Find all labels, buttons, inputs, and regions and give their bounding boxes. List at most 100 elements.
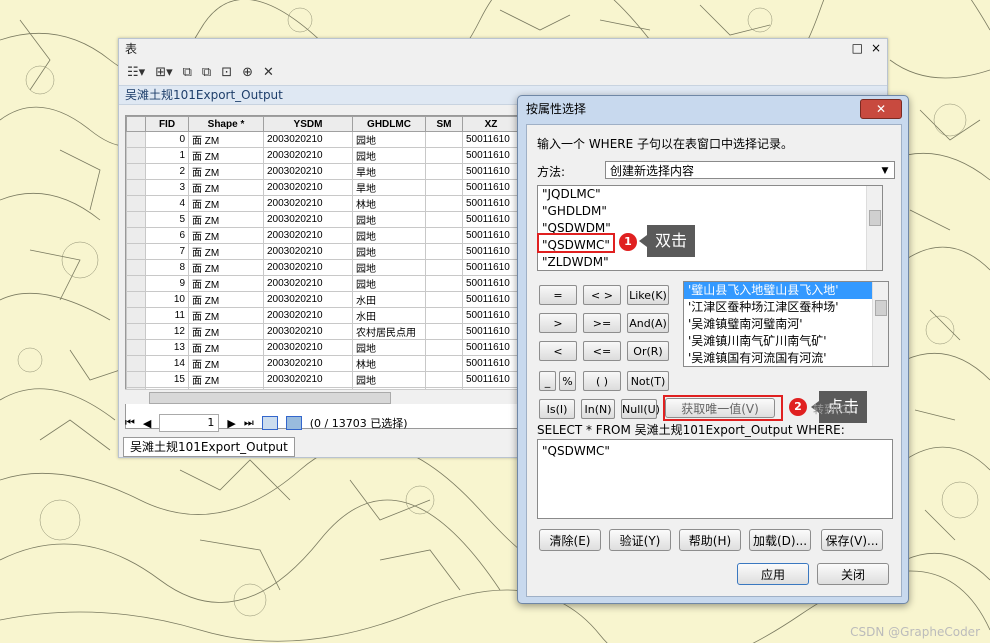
op-percent-button[interactable]: %: [559, 371, 576, 391]
select-by-attributes-icon[interactable]: ⧉: [183, 65, 192, 80]
row-selector[interactable]: [126, 339, 146, 356]
row-selector[interactable]: [126, 147, 146, 164]
clear-button[interactable]: 清除(E): [539, 529, 601, 551]
row-selector[interactable]: [126, 227, 146, 244]
row-selector[interactable]: [126, 211, 146, 228]
last-record-icon[interactable]: ⏭: [244, 416, 254, 430]
table-row[interactable]: 6面 ZM 2003020210 园地 50011610: [126, 227, 520, 244]
op-greater-equal-button[interactable]: >=: [583, 313, 621, 333]
unique-values-list[interactable]: '璧山县飞入地璧山县飞入地' '江津区蚕种场江津区蚕种场' '吴滩镇璧南河璧南河…: [683, 281, 889, 367]
table-toolbar: ☷▾ ⊞▾ ⧉ ⧉ ⊡ ⊕ ✕: [119, 59, 887, 85]
row-selector[interactable]: [126, 179, 146, 196]
clear-selection-icon[interactable]: ⊡: [221, 65, 232, 80]
row-selector[interactable]: [126, 355, 146, 372]
show-all-records-icon[interactable]: [261, 416, 278, 430]
where-clause-input[interactable]: "QSDWMC": [537, 439, 893, 519]
related-tables-icon[interactable]: ⊞▾: [155, 65, 172, 80]
value-item[interactable]: '璧山县飞入地璧山县飞入地': [684, 282, 888, 299]
table-row[interactable]: 10 面 ZM 2003020210 水田 50011610: [126, 291, 520, 308]
value-item[interactable]: '吴滩镇川南气矿川南气矿': [684, 333, 888, 350]
row-selector[interactable]: [126, 131, 146, 148]
column-header-ysdm[interactable]: YSDM: [263, 116, 353, 132]
row-selector[interactable]: [126, 371, 146, 388]
row-selector[interactable]: [126, 243, 146, 260]
op-less-equal-button[interactable]: <=: [583, 341, 621, 361]
first-record-icon[interactable]: ⏮: [125, 416, 135, 430]
zoom-to-selected-icon[interactable]: ⊕: [242, 65, 253, 80]
null-button[interactable]: Null(U): [621, 399, 660, 419]
row-selector[interactable]: [126, 275, 146, 292]
prev-record-icon[interactable]: ◀: [143, 417, 151, 430]
verify-button[interactable]: 验证(Y): [609, 529, 671, 551]
is-button[interactable]: Is(I): [539, 399, 575, 419]
table-row[interactable]: 15 面 ZM 2003020210 园地 50011610: [126, 371, 520, 388]
op-and-button[interactable]: And(A): [627, 313, 669, 333]
column-header-ghdlmc[interactable]: GHDLMC: [352, 116, 426, 132]
show-selected-records-icon[interactable]: [285, 416, 302, 430]
field-item[interactable]: "ZLDWDM": [538, 254, 882, 270]
current-record-field[interactable]: 1: [159, 414, 220, 432]
table-row[interactable]: 5面 ZM 2003020210 园地 50011610: [126, 211, 520, 228]
switch-selection-icon[interactable]: ⧉: [202, 65, 211, 80]
fields-list[interactable]: "JQDLMC" "GHDLDM" "QSDWDM" "QSDWMC" "ZLD…: [537, 185, 883, 271]
method-dropdown[interactable]: 创建新选择内容 ▼: [605, 161, 895, 179]
op-greater-button[interactable]: >: [539, 313, 577, 333]
table-row[interactable]: 7面 ZM 2003020210 园地 50011610: [126, 243, 520, 260]
row-selector[interactable]: [126, 163, 146, 180]
row-selector[interactable]: [126, 323, 146, 340]
table-row[interactable]: 13 面 ZM 2003020210 园地 50011610: [126, 339, 520, 356]
delete-selected-icon[interactable]: ✕: [263, 65, 274, 80]
field-item[interactable]: "GHDLDM": [538, 203, 882, 220]
column-header-sm[interactable]: SM: [425, 116, 463, 132]
table-row[interactable]: 4面 ZM 2003020210 林地 50011610: [126, 195, 520, 212]
fields-scrollbar[interactable]: [866, 186, 882, 270]
value-item[interactable]: '吴滩镇国有河流国有河流': [684, 350, 888, 366]
save-button[interactable]: 保存(V)...: [821, 529, 883, 551]
table-row[interactable]: 14 面 ZM 2003020210 林地 50011610: [126, 355, 520, 372]
values-scrollbar[interactable]: [872, 282, 888, 366]
row-selector[interactable]: [126, 259, 146, 276]
help-button[interactable]: 帮助(H): [679, 529, 741, 551]
column-header-xz[interactable]: XZ: [462, 116, 520, 132]
row-selector[interactable]: [126, 195, 146, 212]
row-selector[interactable]: [126, 307, 146, 324]
attribute-table: FID Shape * YSDM GHDLMC SM XZ 0面 ZM 20030…: [125, 115, 527, 429]
table-cell: 面 ZM: [188, 179, 264, 196]
op-not-button[interactable]: Not(T): [627, 371, 669, 391]
close-icon[interactable]: ×: [871, 41, 881, 55]
op-or-button[interactable]: Or(R): [627, 341, 669, 361]
table-tab[interactable]: 吴滩土规101Export_Output: [123, 437, 295, 457]
table-row[interactable]: 9面 ZM 2003020210 园地 50011610: [126, 275, 520, 292]
table-row[interactable]: 2面 ZM 2003020210 旱地 50011610: [126, 163, 520, 180]
apply-button[interactable]: 应用: [737, 563, 809, 585]
column-header-fid[interactable]: FID: [145, 116, 189, 132]
table-cell: 50011610: [462, 371, 520, 388]
op-like-button[interactable]: Like(K): [627, 285, 669, 305]
value-item[interactable]: '江津区蚕种场江津区蚕种场': [684, 299, 888, 316]
next-record-icon[interactable]: ▶: [227, 417, 235, 430]
table-cell: 50011610: [462, 195, 520, 212]
close-button[interactable]: 关闭: [817, 563, 889, 585]
table-options-icon[interactable]: ☷▾: [127, 65, 145, 80]
table-row[interactable]: 12 面 ZM 2003020210 农村居民点用 50011610: [126, 323, 520, 340]
op-parentheses-button[interactable]: ( ): [583, 371, 621, 391]
dialog-close-icon[interactable]: ✕: [860, 99, 902, 119]
table-row[interactable]: 1面 ZM 2003020210 园地 50011610: [126, 147, 520, 164]
value-item[interactable]: '吴滩镇璧南河璧南河': [684, 316, 888, 333]
column-header-shape[interactable]: Shape *: [188, 116, 264, 132]
maximize-icon[interactable]: □: [852, 41, 863, 55]
table-row[interactable]: 0面 ZM 2003020210 园地 50011610: [126, 131, 520, 148]
in-button[interactable]: In(N): [581, 399, 615, 419]
table-horizontal-scrollbar[interactable]: [125, 389, 525, 404]
table-row[interactable]: 8面 ZM 2003020210 园地 50011610: [126, 259, 520, 276]
table-cell: 2003020210: [263, 147, 353, 164]
op-not-equal-button[interactable]: < >: [583, 285, 621, 305]
op-equal-button[interactable]: =: [539, 285, 577, 305]
table-row[interactable]: 11 面 ZM 2003020210 水田 50011610: [126, 307, 520, 324]
table-row[interactable]: 3面 ZM 2003020210 旱地 50011610: [126, 179, 520, 196]
field-item[interactable]: "JQDLMC": [538, 186, 882, 203]
op-underscore-button[interactable]: _: [539, 371, 556, 391]
row-selector[interactable]: [126, 291, 146, 308]
load-button[interactable]: 加载(D)...: [749, 529, 811, 551]
op-less-button[interactable]: <: [539, 341, 577, 361]
